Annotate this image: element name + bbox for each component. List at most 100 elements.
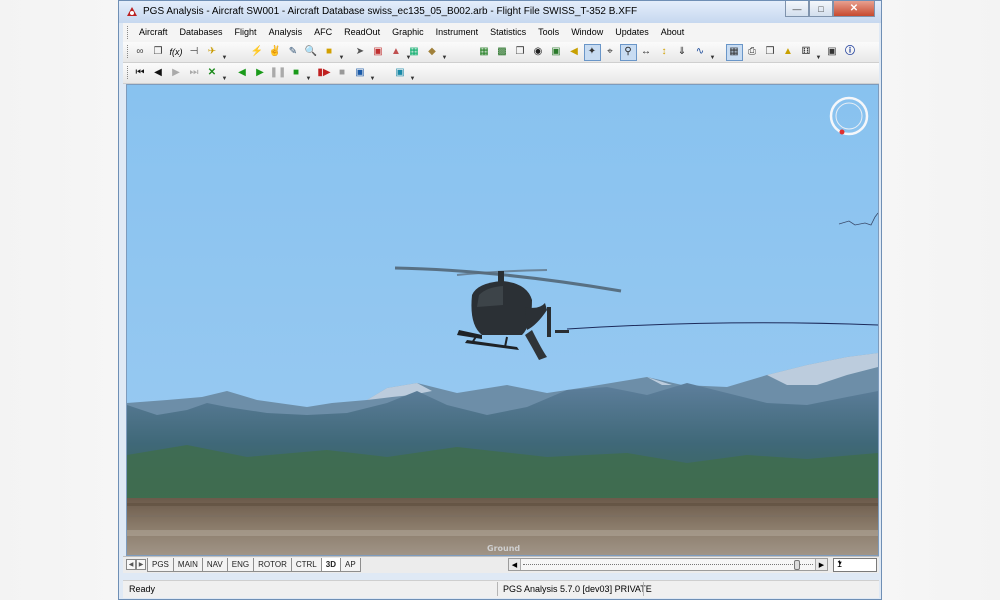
dice-button[interactable]: ⚅ (798, 44, 815, 61)
print-preview-button[interactable]: ❒ (762, 44, 779, 61)
scroll-thumb[interactable] (794, 560, 801, 570)
toolbar-overflow[interactable]: ▼ (709, 43, 716, 61)
highlight-button[interactable]: ■ (321, 44, 338, 61)
grid-table-button[interactable]: ▦ (406, 44, 423, 61)
menu-readout[interactable]: ReadOut (338, 26, 386, 39)
tab-ap[interactable]: AP (339, 558, 361, 572)
paint-button[interactable]: ▲ (780, 44, 797, 61)
3d-viewport[interactable]: Ground (126, 84, 879, 556)
speed-select[interactable]: 1 ▼ (833, 558, 877, 572)
skip-first-button[interactable]: ⏮ (132, 65, 149, 82)
menu-aircraft[interactable]: Aircraft (133, 26, 174, 39)
menu-instrument[interactable]: Instrument (430, 26, 485, 39)
toolbar-overflow[interactable]: ▼ (815, 43, 822, 61)
info-button[interactable]: ⓘ (842, 44, 859, 61)
edit-button[interactable]: ✎ (285, 44, 302, 61)
step-back-button[interactable]: ◀ (150, 65, 167, 82)
scroll-track[interactable] (523, 564, 813, 566)
toolbar-overflow[interactable]: ▼ (221, 64, 228, 82)
menu-tools[interactable]: Tools (532, 26, 565, 39)
skip-first-icon: ⏮ (135, 67, 145, 78)
magnifier-button[interactable]: ⚲ (619, 43, 637, 61)
toolbar-overflow[interactable]: ▼ (338, 43, 345, 61)
formula-button[interactable]: f(x) (168, 44, 185, 61)
arrow-down-button[interactable]: ⇓ (674, 44, 691, 61)
sound-button[interactable]: ◀ (566, 44, 583, 61)
tab-ctrl[interactable]: CTRL (290, 558, 322, 572)
zoom-doc-button[interactable]: 🔍 (303, 44, 320, 61)
playback-scrollbar[interactable]: ◀ ▶ (508, 558, 828, 571)
width-button[interactable]: ↔ (638, 44, 655, 61)
link-button[interactable]: ∞ (132, 44, 149, 61)
chart-button[interactable]: ▩ (494, 44, 511, 61)
step-back-icon: ◀ (154, 67, 162, 78)
pointer-icon: ➤ (355, 46, 365, 57)
menu-about[interactable]: About (655, 26, 691, 39)
scroll-right-button[interactable]: ▶ (815, 559, 827, 570)
toolbar-overflow[interactable]: ▼ (221, 43, 228, 61)
display-button[interactable]: ▣ (392, 65, 409, 82)
graph-line-button[interactable]: ∿ (692, 44, 709, 61)
pause-button[interactable]: ❚❚ (270, 65, 287, 82)
height-button[interactable]: ↕ (656, 44, 673, 61)
stop-button[interactable]: ■ (288, 65, 305, 82)
cursor-cross-button[interactable]: ✦ (583, 43, 601, 61)
folder-button[interactable]: ▣ (370, 44, 387, 61)
record-button[interactable]: ▮▶ (316, 65, 333, 82)
toolbar-overflow[interactable]: ▼ (441, 43, 448, 61)
grid-button[interactable]: ▦ (725, 43, 743, 61)
hand-button[interactable]: ✌ (267, 44, 284, 61)
play-reverse-button[interactable]: ◀ (234, 65, 251, 82)
crosshair-button[interactable]: ⌖ (602, 44, 619, 61)
toolbar-grip[interactable] (127, 45, 130, 58)
menu-grip[interactable] (127, 26, 130, 39)
print-button[interactable]: ⎙ (744, 44, 761, 61)
menu-window[interactable]: Window (565, 26, 609, 39)
step-forward-button[interactable]: ▶ (168, 65, 185, 82)
aircraft-icon: ✈ (207, 46, 217, 57)
tab-main[interactable]: MAIN (172, 558, 203, 572)
skip-last-button[interactable]: ⏭ (186, 65, 203, 82)
camera-button[interactable]: ▣ (824, 44, 841, 61)
bracket-button[interactable]: ⊣ (186, 44, 203, 61)
stop-gray-button[interactable]: ■ (334, 65, 351, 82)
image-button[interactable]: ▣ (548, 44, 565, 61)
menu-statistics[interactable]: Statistics (484, 26, 532, 39)
toolbar-overflow[interactable]: ▼ (305, 64, 312, 82)
toolbar-overflow[interactable]: ▼ (409, 64, 416, 82)
menu-graphic[interactable]: Graphic (386, 26, 430, 39)
toolbar-grip[interactable] (127, 66, 130, 79)
tab-scroll-left[interactable]: ◀ (126, 559, 136, 570)
tab-scroll-right[interactable]: ▶ (136, 559, 146, 570)
minimize-button[interactable]: — (785, 1, 809, 17)
tab-nav[interactable]: NAV (201, 558, 228, 572)
menu-analysis[interactable]: Analysis (263, 26, 309, 39)
toolbar-overflow[interactable]: ▼ (369, 64, 376, 82)
chevron-down-icon: ▼ (837, 561, 843, 567)
spreadsheet-button[interactable]: ▦ (476, 44, 493, 61)
menu-updates[interactable]: Updates (609, 26, 655, 39)
lightning-button[interactable]: ⚡ (249, 44, 266, 61)
play-button[interactable]: ▶ (252, 65, 269, 82)
scroll-left-button[interactable]: ◀ (509, 559, 521, 570)
tab-pgs[interactable]: PGS (147, 558, 174, 572)
menu-databases[interactable]: Databases (174, 26, 229, 39)
menu-afc[interactable]: AFC (308, 26, 338, 39)
aircraft-button[interactable]: ✈ (204, 44, 221, 61)
pointer-button[interactable]: ➤ (352, 44, 369, 61)
open-button[interactable]: ▲ (388, 44, 405, 61)
tab-rotor[interactable]: ROTOR (253, 558, 292, 572)
menu-flight[interactable]: Flight (229, 26, 263, 39)
maximize-button[interactable]: □ (809, 1, 833, 17)
tag-icon: ◆ (428, 46, 436, 57)
tab-eng[interactable]: ENG (226, 558, 255, 572)
clear-button[interactable]: ✕ (204, 65, 221, 82)
copy-button[interactable]: ❐ (150, 44, 167, 61)
tab-3d[interactable]: 3D (320, 558, 341, 572)
copy-window-button[interactable]: ❐ (512, 44, 529, 61)
tag-button[interactable]: ◆ (424, 44, 441, 61)
export-button[interactable]: ▣ (352, 65, 369, 82)
close-button[interactable]: ✕ (833, 1, 875, 17)
binoculars-button[interactable]: ◉ (530, 44, 547, 61)
title-bar[interactable]: PGS Analysis - Aircraft SW001 - Aircraft… (119, 1, 881, 23)
